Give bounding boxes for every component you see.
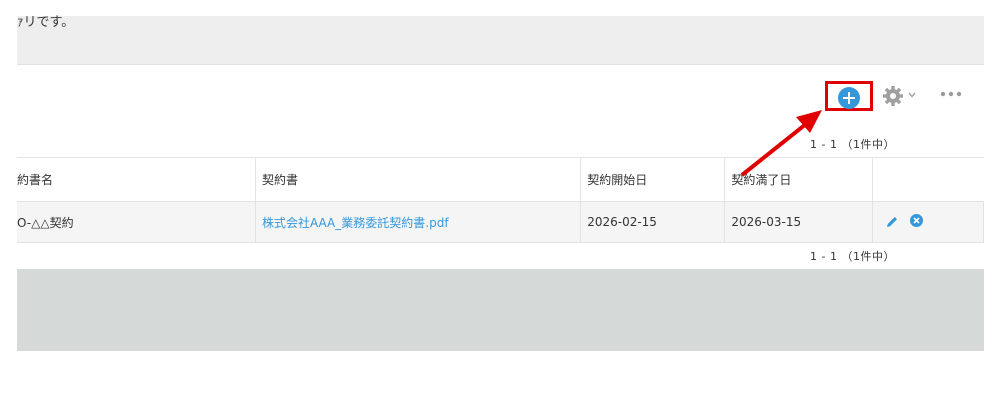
header-label: 契約書 bbox=[261, 173, 298, 187]
header-label: 契約満了日 bbox=[731, 173, 792, 187]
app-frame: ｧリです。 1 - 1 （1件中） 約書名 契約書 契約開始日 契約満了日 O-… bbox=[17, 16, 984, 351]
table-row[interactable]: O-△△契約 株式会社AAA_業務委託契約書.pdf 2026-02-15 20… bbox=[17, 201, 984, 243]
records-table: 約書名 契約書 契約開始日 契約満了日 O-△△契約 株式会社AAA_業務委託契… bbox=[17, 157, 984, 243]
column-header-contract-file[interactable]: 契約書 bbox=[255, 157, 582, 202]
toolbar bbox=[17, 65, 984, 125]
header-label: 約書名 bbox=[17, 173, 54, 187]
column-header-actions bbox=[872, 157, 984, 202]
footer-area bbox=[17, 269, 984, 351]
more-icon[interactable] bbox=[939, 89, 963, 99]
gear-icon bbox=[883, 86, 903, 106]
add-button-highlight bbox=[825, 81, 873, 111]
pencil-icon[interactable] bbox=[885, 215, 899, 229]
description-panel: ｧリです。 bbox=[17, 16, 984, 65]
cell-contract-file: 株式会社AAA_業務委託契約書.pdf bbox=[255, 201, 582, 243]
contract-file-link[interactable]: 株式会社AAA_業務委託契約書.pdf bbox=[262, 216, 449, 230]
cell-end-date: 2026-03-15 bbox=[724, 201, 874, 243]
chevron-down-icon bbox=[908, 92, 916, 98]
plus-icon bbox=[843, 92, 855, 104]
cell-actions bbox=[872, 201, 984, 243]
column-header-end-date[interactable]: 契約満了日 bbox=[724, 157, 874, 202]
table-header-row: 約書名 契約書 契約開始日 契約満了日 bbox=[17, 157, 984, 202]
cell-start-date: 2026-02-15 bbox=[580, 201, 726, 243]
column-header-start-date[interactable]: 契約開始日 bbox=[580, 157, 726, 202]
header-label: 契約開始日 bbox=[587, 173, 648, 187]
column-header-contract-name[interactable]: 約書名 bbox=[17, 157, 256, 202]
pagination-info-top: 1 - 1 （1件中） bbox=[810, 138, 895, 151]
settings-menu-button[interactable] bbox=[882, 85, 922, 107]
add-record-button[interactable] bbox=[838, 87, 860, 109]
pagination-info-bottom: 1 - 1 （1件中） bbox=[810, 250, 895, 263]
delete-icon[interactable] bbox=[910, 214, 924, 227]
cell-contract-name: O-△△契約 bbox=[17, 201, 256, 243]
description-text: ｧリです。 bbox=[17, 15, 75, 30]
